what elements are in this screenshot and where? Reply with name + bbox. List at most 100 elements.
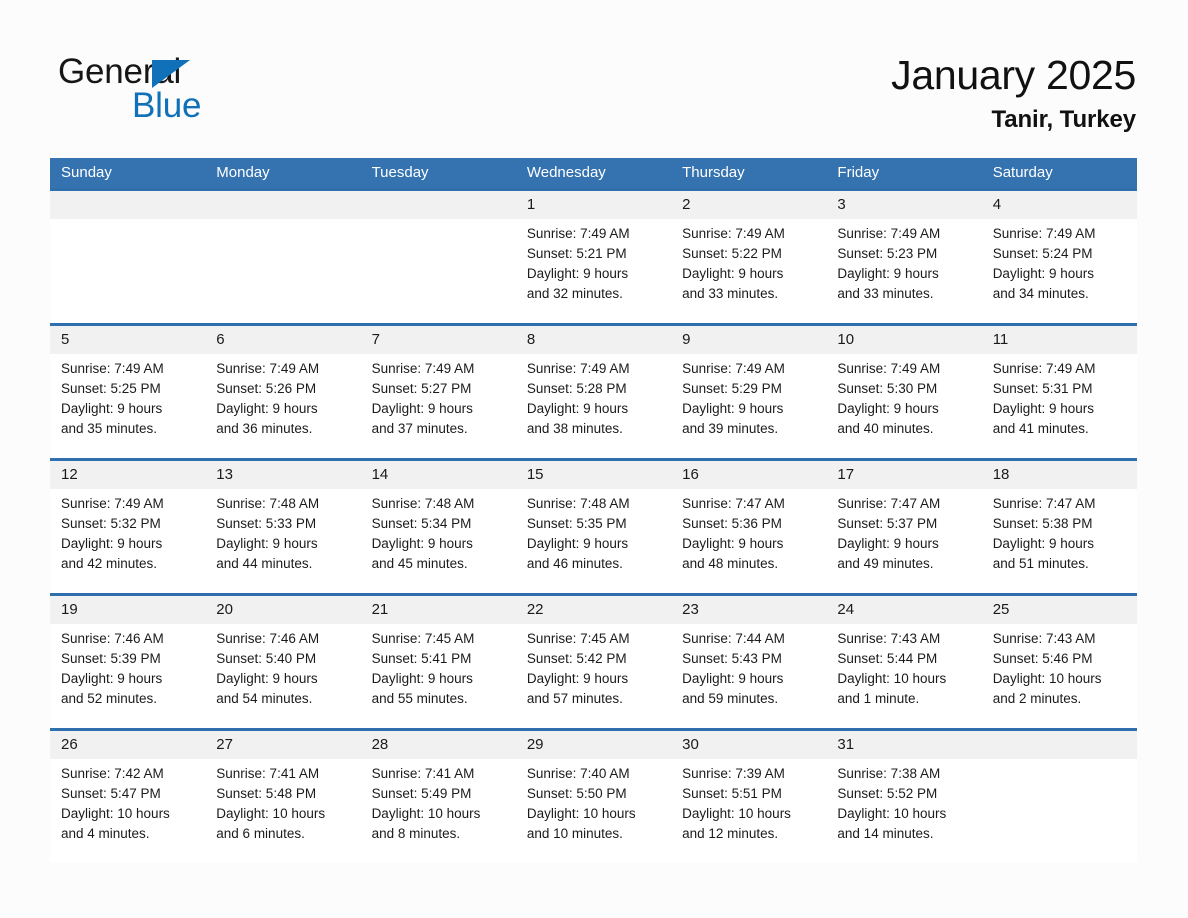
sunset-text: Sunset: 5:25 PM: [61, 381, 161, 396]
daylight-text-line2: and 32 minutes.: [526, 286, 623, 301]
day-info: Sunrise: 7:43 AM Sunset: 5:46 PM Dayligh…: [993, 629, 1129, 709]
day-cell[interactable]: 6 Sunrise: 7:49 AM Sunset: 5:26 PM Dayli…: [205, 326, 360, 458]
weekday-header-saturday: Saturday: [992, 164, 1053, 181]
day-cell[interactable]: 3 Sunrise: 7:49 AM Sunset: 5:23 PM Dayli…: [826, 191, 981, 323]
day-cell[interactable]: 12 Sunrise: 7:49 AM Sunset: 5:32 PM Dayl…: [50, 461, 205, 593]
sunset-text: Sunset: 5:49 PM: [371, 786, 472, 801]
day-cell[interactable]: 19 Sunrise: 7:46 AM Sunset: 5:39 PM Dayl…: [50, 596, 205, 728]
day-number: 19: [61, 601, 78, 618]
day-cell[interactable]: 26 Sunrise: 7:42 AM Sunset: 5:47 PM Dayl…: [50, 731, 205, 863]
day-cell[interactable]: 10 Sunrise: 7:49 AM Sunset: 5:30 PM Dayl…: [826, 326, 981, 458]
daylight-text-line2: and 54 minutes.: [216, 691, 313, 706]
sunset-text: Sunset: 5:23 PM: [837, 246, 938, 261]
daylight-text-line2: and 37 minutes.: [371, 421, 468, 436]
daylight-text-line2: and 57 minutes.: [526, 691, 623, 706]
day-info: Sunrise: 7:47 AM Sunset: 5:38 PM Dayligh…: [993, 494, 1129, 574]
day-cell[interactable]: 9 Sunrise: 7:49 AM Sunset: 5:29 PM Dayli…: [671, 326, 826, 458]
daylight-text-line1: Daylight: 9 hours: [61, 536, 163, 551]
sunrise-text: Sunrise: 7:49 AM: [61, 496, 164, 511]
sunset-text: Sunset: 5:36 PM: [682, 516, 782, 531]
sunset-text: Sunset: 5:26 PM: [216, 381, 317, 396]
daylight-text-line1: Daylight: 9 hours: [526, 536, 629, 551]
sunset-text: Sunset: 5:34 PM: [371, 516, 472, 531]
day-info: Sunrise: 7:48 AM Sunset: 5:35 PM Dayligh…: [527, 494, 663, 574]
day-cell[interactable]: 25 Sunrise: 7:43 AM Sunset: 5:46 PM Dayl…: [982, 596, 1137, 728]
sunset-text: Sunset: 5:39 PM: [61, 651, 161, 666]
sunset-text: Sunset: 5:51 PM: [682, 786, 782, 801]
day-cell[interactable]: 17 Sunrise: 7:47 AM Sunset: 5:37 PM Dayl…: [826, 461, 981, 593]
daylight-text-line2: and 10 minutes.: [526, 826, 623, 841]
daylight-text-line2: and 33 minutes.: [837, 286, 934, 301]
title-block: January 2025 Tanir, Turkey: [891, 50, 1136, 136]
daylight-text-line2: and 12 minutes.: [682, 826, 779, 841]
day-cell[interactable]: 7 Sunrise: 7:49 AM Sunset: 5:27 PM Dayli…: [361, 326, 516, 458]
day-cell: [982, 731, 1137, 863]
day-cell[interactable]: 14 Sunrise: 7:48 AM Sunset: 5:34 PM Dayl…: [361, 461, 516, 593]
page-title: January 2025: [891, 52, 1136, 98]
daylight-text-line2: and 48 minutes.: [682, 556, 779, 571]
day-cell[interactable]: 31 Sunrise: 7:38 AM Sunset: 5:52 PM Dayl…: [826, 731, 981, 863]
weekday-header-tuesday: Tuesday: [371, 164, 429, 181]
daylight-text-line1: Daylight: 10 hours: [992, 671, 1102, 686]
day-cell[interactable]: 8 Sunrise: 7:49 AM Sunset: 5:28 PM Dayli…: [516, 326, 671, 458]
sunrise-text: Sunrise: 7:48 AM: [526, 496, 630, 511]
sunrise-text: Sunrise: 7:49 AM: [526, 226, 630, 241]
daylight-text-line2: and 38 minutes.: [526, 421, 623, 436]
day-cell[interactable]: 15 Sunrise: 7:48 AM Sunset: 5:35 PM Dayl…: [516, 461, 671, 593]
daylight-text-line2: and 41 minutes.: [992, 421, 1089, 436]
sunrise-text: Sunrise: 7:45 AM: [526, 631, 630, 646]
sunset-text: Sunset: 5:30 PM: [837, 381, 938, 396]
daylight-text-line1: Daylight: 9 hours: [526, 266, 629, 281]
sunset-text: Sunset: 5:27 PM: [371, 381, 472, 396]
day-cell[interactable]: 24 Sunrise: 7:43 AM Sunset: 5:44 PM Dayl…: [826, 596, 981, 728]
day-number: 23: [682, 601, 699, 618]
day-cell[interactable]: 23 Sunrise: 7:44 AM Sunset: 5:43 PM Dayl…: [671, 596, 826, 728]
day-number: 25: [992, 601, 1010, 618]
sunset-text: Sunset: 5:24 PM: [992, 246, 1093, 261]
daylight-text-line2: and 8 minutes.: [371, 826, 461, 841]
day-cell[interactable]: 18 Sunrise: 7:47 AM Sunset: 5:38 PM Dayl…: [982, 461, 1137, 593]
daylight-text-line1: Daylight: 9 hours: [216, 671, 318, 686]
day-info: Sunrise: 7:47 AM Sunset: 5:36 PM Dayligh…: [682, 494, 818, 574]
day-info: Sunrise: 7:45 AM Sunset: 5:41 PM Dayligh…: [372, 629, 508, 709]
daylight-text-line2: and 55 minutes.: [371, 691, 468, 706]
sunrise-text: Sunrise: 7:40 AM: [526, 766, 630, 781]
sunset-text: Sunset: 5:50 PM: [526, 786, 627, 801]
day-cell[interactable]: 1 Sunrise: 7:49 AM Sunset: 5:21 PM Dayli…: [516, 191, 671, 323]
daylight-text-line1: Daylight: 10 hours: [61, 806, 170, 821]
day-info: Sunrise: 7:41 AM Sunset: 5:49 PM Dayligh…: [372, 764, 508, 844]
day-cell[interactable]: 29 Sunrise: 7:40 AM Sunset: 5:50 PM Dayl…: [516, 731, 671, 863]
day-number: 31: [837, 736, 855, 753]
day-cell[interactable]: 27 Sunrise: 7:41 AM Sunset: 5:48 PM Dayl…: [205, 731, 360, 863]
sunrise-text: Sunrise: 7:49 AM: [837, 226, 941, 241]
day-cell[interactable]: 11 Sunrise: 7:49 AM Sunset: 5:31 PM Dayl…: [982, 326, 1137, 458]
day-cell[interactable]: 30 Sunrise: 7:39 AM Sunset: 5:51 PM Dayl…: [671, 731, 826, 863]
day-cell[interactable]: 2 Sunrise: 7:49 AM Sunset: 5:22 PM Dayli…: [671, 191, 826, 323]
daylight-text-line1: Daylight: 9 hours: [992, 266, 1094, 281]
day-info: Sunrise: 7:49 AM Sunset: 5:29 PM Dayligh…: [682, 359, 818, 439]
day-info: Sunrise: 7:49 AM Sunset: 5:30 PM Dayligh…: [837, 359, 973, 439]
day-cell[interactable]: 28 Sunrise: 7:41 AM Sunset: 5:49 PM Dayl…: [361, 731, 516, 863]
general-blue-logo[interactable]: General Blue: [58, 52, 358, 128]
day-cell[interactable]: 21 Sunrise: 7:45 AM Sunset: 5:41 PM Dayl…: [361, 596, 516, 728]
sunrise-text: Sunrise: 7:49 AM: [682, 361, 785, 376]
day-cell[interactable]: 20 Sunrise: 7:46 AM Sunset: 5:40 PM Dayl…: [205, 596, 360, 728]
day-info: Sunrise: 7:49 AM Sunset: 5:23 PM Dayligh…: [837, 224, 973, 304]
day-cell[interactable]: 4 Sunrise: 7:49 AM Sunset: 5:24 PM Dayli…: [982, 191, 1137, 323]
day-cell[interactable]: 22 Sunrise: 7:45 AM Sunset: 5:42 PM Dayl…: [516, 596, 671, 728]
day-cell[interactable]: 16 Sunrise: 7:47 AM Sunset: 5:36 PM Dayl…: [671, 461, 826, 593]
day-cell[interactable]: 5 Sunrise: 7:49 AM Sunset: 5:25 PM Dayli…: [50, 326, 205, 458]
weekday-header-wednesday: Wednesday: [526, 164, 606, 181]
day-cell[interactable]: 13 Sunrise: 7:48 AM Sunset: 5:33 PM Dayl…: [205, 461, 360, 593]
sunset-text: Sunset: 5:40 PM: [216, 651, 317, 666]
day-number: 17: [837, 466, 855, 483]
sunrise-text: Sunrise: 7:49 AM: [992, 226, 1096, 241]
daylight-text-line2: and 34 minutes.: [992, 286, 1089, 301]
daylight-text-line1: Daylight: 9 hours: [837, 266, 939, 281]
day-info: Sunrise: 7:49 AM Sunset: 5:31 PM Dayligh…: [993, 359, 1129, 439]
day-info: Sunrise: 7:44 AM Sunset: 5:43 PM Dayligh…: [682, 629, 818, 709]
daylight-text-line2: and 2 minutes.: [992, 691, 1082, 706]
day-info: Sunrise: 7:43 AM Sunset: 5:44 PM Dayligh…: [837, 629, 973, 709]
sunset-text: Sunset: 5:22 PM: [682, 246, 782, 261]
day-number: 10: [837, 331, 855, 348]
